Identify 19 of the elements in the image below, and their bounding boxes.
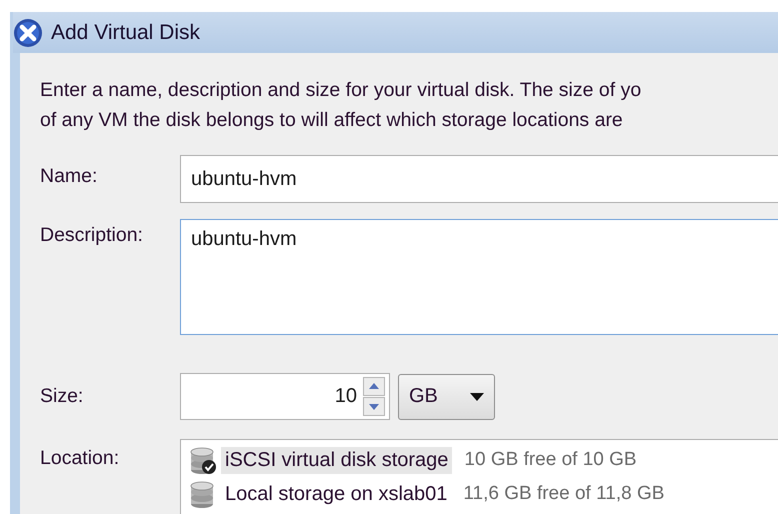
- field-label: Name:: [40, 165, 98, 188]
- name-field[interactable]: ubuntu-hvm: [180, 155, 778, 203]
- storage-name[interactable]: iSCSI virtual disk storage: [221, 446, 452, 474]
- field-label: Size:: [40, 385, 84, 408]
- caret-icon: [470, 392, 484, 400]
- storage-free-space: 10 GB free of 10 GB: [464, 449, 637, 471]
- instruction-text: Enter a name, description and size for your virtual disk. The size of yo: [40, 78, 642, 103]
- field-label: Location:: [40, 447, 120, 470]
- field-label: Description:: [40, 224, 144, 247]
- window-title: Add Virtual Disk: [51, 20, 200, 44]
- instruction-text: of any VM the disk belongs to will affect which storage locations are: [40, 108, 624, 133]
- storage-name[interactable]: Local storage on xslab01: [221, 480, 452, 508]
- spin-up-icon[interactable]: [363, 377, 385, 396]
- description-field[interactable]: ubuntu-hvm: [180, 219, 778, 335]
- spin-down-icon[interactable]: [363, 397, 385, 416]
- app-logo-icon: [13, 18, 43, 48]
- size-spinner[interactable]: 10: [180, 373, 390, 420]
- unit-dropdown[interactable]: GB: [398, 374, 495, 420]
- storage-free-space: 11,6 GB free of 11,8 GB: [463, 483, 664, 505]
